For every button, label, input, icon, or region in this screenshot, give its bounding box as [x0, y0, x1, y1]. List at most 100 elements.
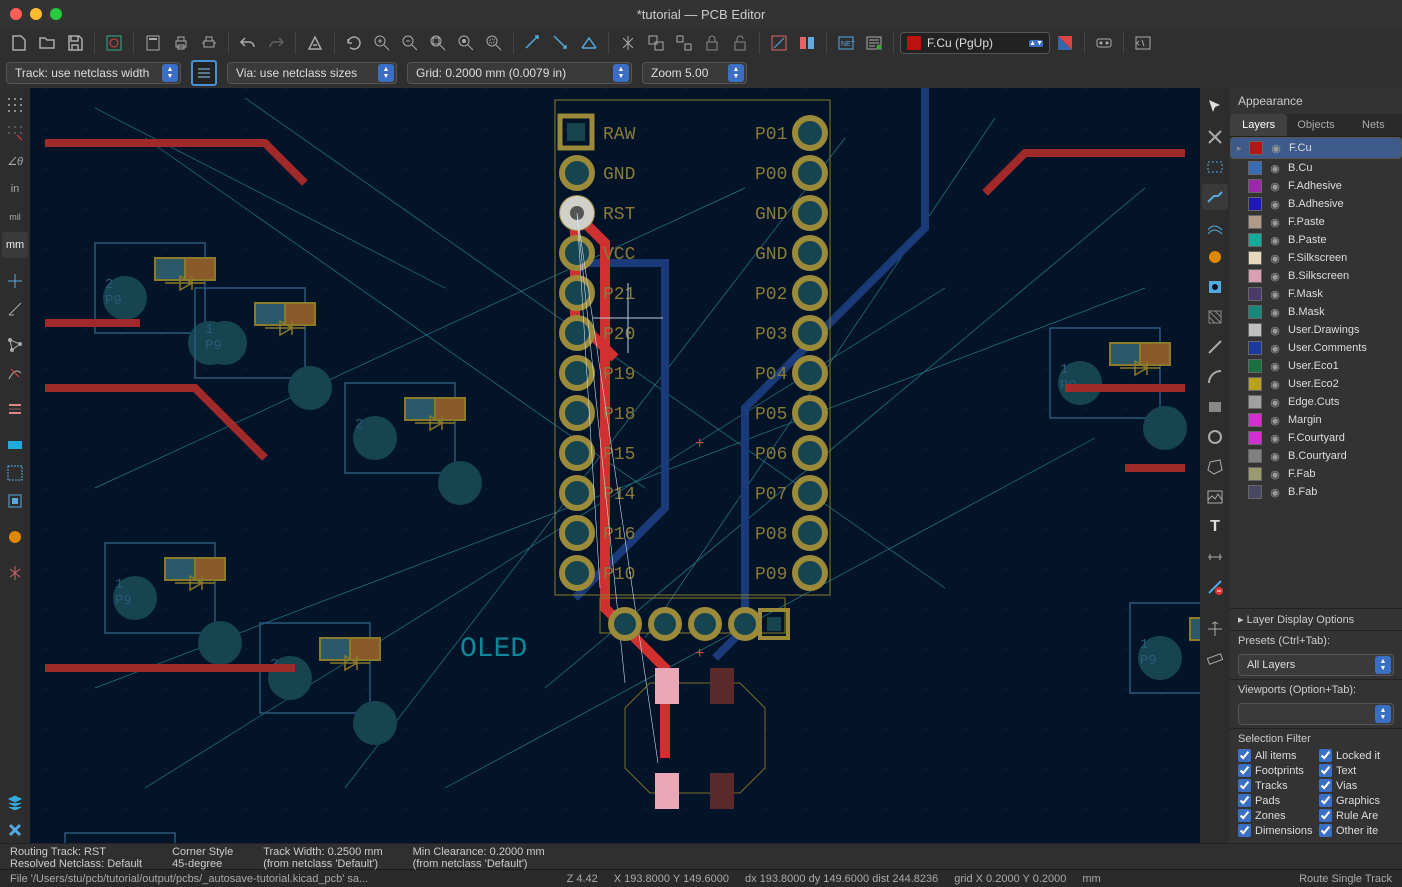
layer-swatch[interactable] [1248, 485, 1262, 499]
win-maximize[interactable] [50, 8, 62, 20]
layer-swatch[interactable] [1248, 305, 1262, 319]
grid-select[interactable]: Grid: 0.2000 mm (0.0079 in)▲▼ [407, 62, 632, 84]
layer-swatch[interactable] [1248, 395, 1262, 409]
visibility-icon[interactable]: ◉ [1269, 142, 1283, 155]
layer-swatch[interactable] [1248, 179, 1262, 193]
route-diff-pair-icon[interactable] [1202, 214, 1228, 240]
filter-zones[interactable]: Zones [1238, 809, 1313, 822]
units-in-icon[interactable]: in [2, 176, 28, 202]
filter-other-ite[interactable]: Other ite [1319, 824, 1394, 837]
layers-manager-icon[interactable] [2, 789, 28, 815]
visibility-icon[interactable]: ◉ [1268, 288, 1282, 301]
zoom-in-icon[interactable] [369, 30, 395, 56]
route-track-icon[interactable] [1202, 184, 1228, 210]
add-text-icon[interactable]: T [1202, 514, 1228, 540]
filter-footprints[interactable]: Footprints [1238, 764, 1313, 777]
filter-pads[interactable]: Pads [1238, 794, 1313, 807]
filter-vias[interactable]: Vias [1319, 779, 1394, 792]
ratsnest-icon[interactable] [2, 332, 28, 358]
zoom-selection-icon[interactable] [481, 30, 507, 56]
via-size-select[interactable]: Via: use netclass sizes▲▼ [227, 62, 397, 84]
highlight-net-icon[interactable] [1202, 124, 1228, 150]
layer-swatch[interactable] [1248, 251, 1262, 265]
track-width-select[interactable]: Track: use netclass width▲▼ [6, 62, 181, 84]
layer-row-user-eco1[interactable]: ◉ User.Eco1 [1230, 357, 1402, 375]
grid-origin-icon[interactable] [1202, 616, 1228, 642]
units-mil-icon[interactable]: mil [2, 204, 28, 230]
add-arc-icon[interactable] [1202, 364, 1228, 390]
filter-dimensions[interactable]: Dimensions [1238, 824, 1313, 837]
tab-layers[interactable]: Layers [1230, 114, 1287, 136]
auto-track-width-icon[interactable] [191, 60, 217, 86]
layer-swatch[interactable] [1249, 141, 1263, 155]
layer-row-f-fab[interactable]: ◉ F.Fab [1230, 465, 1402, 483]
win-close[interactable] [10, 8, 22, 20]
layer-row-user-drawings[interactable]: ◉ User.Drawings [1230, 321, 1402, 339]
tab-objects[interactable]: Objects [1287, 114, 1344, 136]
rotate-ccw-icon[interactable] [520, 30, 546, 56]
layer-selector[interactable]: F.Cu (PgUp) ▲▼ [900, 32, 1050, 54]
add-zone-icon[interactable] [1202, 304, 1228, 330]
plot-icon[interactable] [196, 30, 222, 56]
lock-icon[interactable] [699, 30, 725, 56]
update-from-schematic-icon[interactable] [766, 30, 792, 56]
high-contrast-icon[interactable] [2, 432, 28, 458]
layer-row-b-cu[interactable]: ◉ B.Cu [1230, 159, 1402, 177]
filter-graphics[interactable]: Graphics [1319, 794, 1394, 807]
units-mm-icon[interactable]: mm [2, 232, 28, 258]
group-icon[interactable] [643, 30, 669, 56]
scripting-icon[interactable] [1130, 30, 1156, 56]
layer-row-edge-cuts[interactable]: ◉ Edge.Cuts [1230, 393, 1402, 411]
layer-row-user-eco2[interactable]: ◉ User.Eco2 [1230, 375, 1402, 393]
flip-board-icon[interactable] [2, 560, 28, 586]
visibility-icon[interactable]: ◉ [1268, 432, 1282, 445]
visibility-icon[interactable]: ◉ [1268, 378, 1282, 391]
filter-all-items[interactable]: All items [1238, 749, 1313, 762]
layer-swatch[interactable] [1248, 431, 1262, 445]
layer-row-b-fab[interactable]: ◉ B.Fab [1230, 483, 1402, 501]
visibility-icon[interactable]: ◉ [1268, 252, 1282, 265]
visibility-icon[interactable]: ◉ [1268, 486, 1282, 499]
layer-display-options[interactable]: ▸ Layer Display Options [1230, 608, 1402, 630]
zoom-out-icon[interactable] [397, 30, 423, 56]
layer-row-b-silkscreen[interactable]: ◉ B.Silkscreen [1230, 267, 1402, 285]
drc-icon[interactable]: NET [833, 30, 859, 56]
delete-icon[interactable] [1202, 574, 1228, 600]
visibility-icon[interactable]: ◉ [1268, 306, 1282, 319]
layer-row-b-paste[interactable]: ◉ B.Paste [1230, 231, 1402, 249]
layer-row-b-courtyard[interactable]: ◉ B.Courtyard [1230, 447, 1402, 465]
layer-swatch[interactable] [1248, 449, 1262, 463]
45deg-icon[interactable] [2, 296, 28, 322]
layer-swatch[interactable] [1248, 341, 1262, 355]
net-highlight-icon[interactable] [2, 460, 28, 486]
layer-swatch[interactable] [1248, 359, 1262, 373]
visibility-icon[interactable]: ◉ [1268, 468, 1282, 481]
filter-tracks[interactable]: Tracks [1238, 779, 1313, 792]
undo-icon[interactable] [235, 30, 261, 56]
polar-coords-icon[interactable]: ∠θ [2, 148, 28, 174]
add-dimension-icon[interactable] [1202, 544, 1228, 570]
layer-swatch[interactable] [1248, 215, 1262, 229]
erc-icon[interactable] [861, 30, 887, 56]
open-icon[interactable] [34, 30, 60, 56]
layer-row-f-mask[interactable]: ◉ F.Mask [1230, 285, 1402, 303]
redo-icon[interactable] [263, 30, 289, 56]
page-settings-icon[interactable] [140, 30, 166, 56]
presets-select[interactable]: All Layers▲▼ [1238, 654, 1394, 676]
filter-rule-are[interactable]: Rule Are [1319, 809, 1394, 822]
visibility-icon[interactable]: ◉ [1268, 396, 1282, 409]
pcb-canvas[interactable]: 2P91P921P921P81P91P9 RAWGNDRSTVCCP21P20P… [30, 88, 1200, 843]
visibility-icon[interactable]: ◉ [1268, 216, 1282, 229]
layer-row-f-silkscreen[interactable]: ◉ F.Silkscreen [1230, 249, 1402, 267]
mirror-h-icon[interactable] [576, 30, 602, 56]
win-minimize[interactable] [30, 8, 42, 20]
layer-pair-icon[interactable] [1052, 30, 1078, 56]
new-icon[interactable] [6, 30, 32, 56]
footprint-editor-icon[interactable] [794, 30, 820, 56]
visibility-icon[interactable]: ◉ [1268, 270, 1282, 283]
cursor-shape-icon[interactable] [2, 268, 28, 294]
visibility-icon[interactable]: ◉ [1268, 450, 1282, 463]
visibility-icon[interactable]: ◉ [1268, 342, 1282, 355]
visibility-icon[interactable]: ◉ [1268, 414, 1282, 427]
board-setup-icon[interactable] [101, 30, 127, 56]
